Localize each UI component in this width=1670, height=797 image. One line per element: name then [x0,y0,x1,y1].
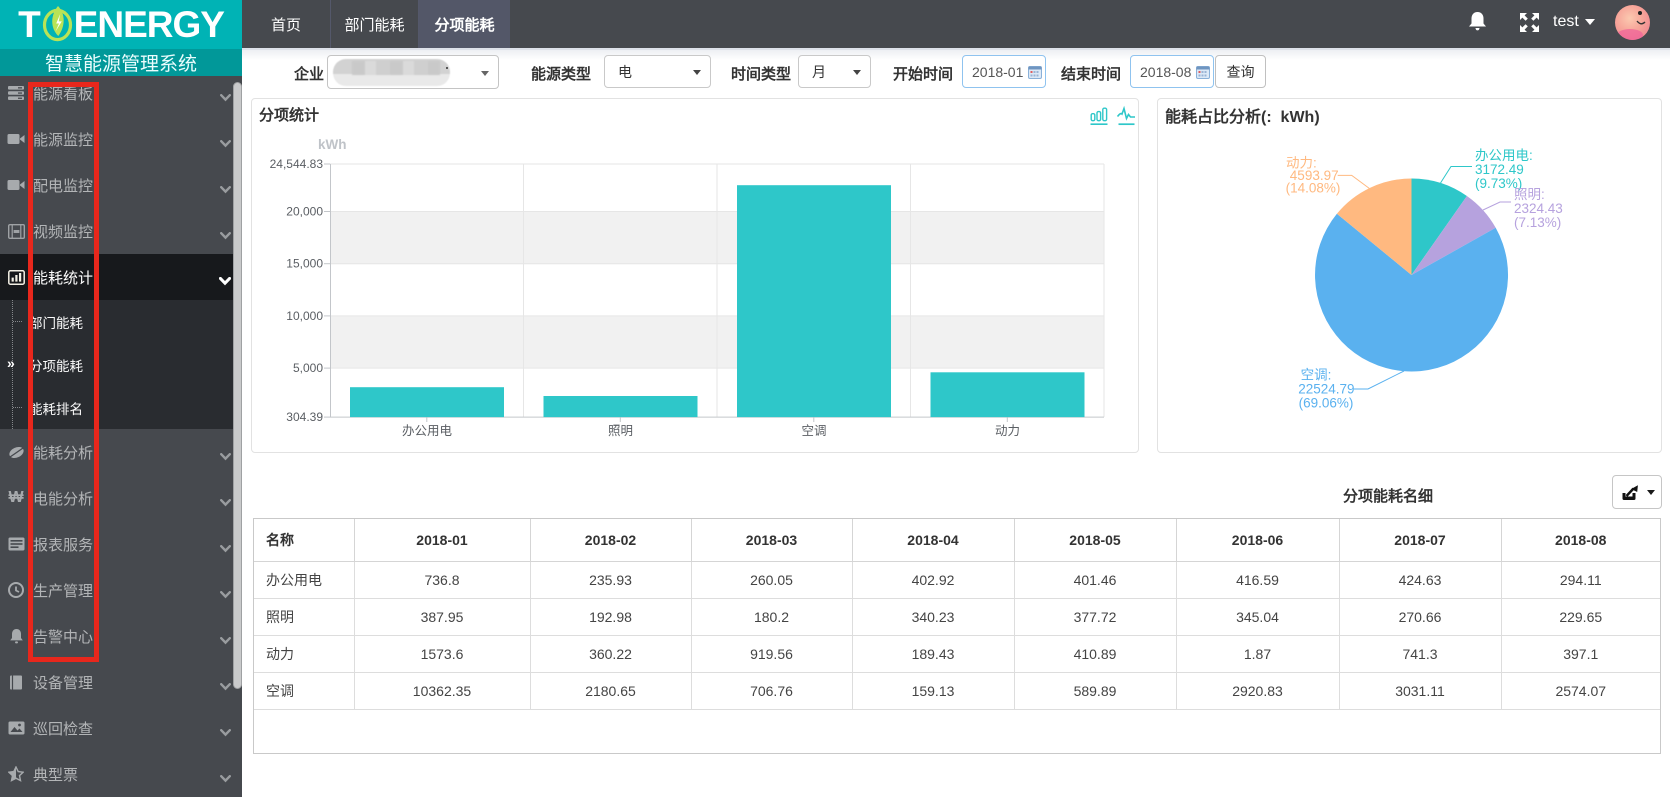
svg-text:空调: 空调 [801,424,826,438]
svg-text:照明: 照明 [608,424,633,438]
svg-text:空调:: 空调: [1301,368,1332,383]
svg-text:(69.06%): (69.06%) [1299,395,1354,410]
svg-text:304.39: 304.39 [286,410,323,424]
svg-text:分项统计: 分项统计 [259,106,319,124]
svg-text:照明:: 照明: [1514,187,1545,202]
svg-text:15,000: 15,000 [286,257,323,271]
svg-text:20,000: 20,000 [286,205,323,219]
svg-text:5,000: 5,000 [293,361,323,375]
svg-text:24,544.83: 24,544.83 [270,157,324,171]
svg-text:办公用电: 办公用电 [402,423,453,438]
svg-text:2324.43: 2324.43 [1514,201,1563,216]
svg-text:10,000: 10,000 [286,309,323,323]
svg-text:(14.08%): (14.08%) [1286,181,1341,196]
svg-text:动力: 动力 [995,424,1020,438]
svg-text:能耗占比分析(: kWh): 能耗占比分析(: kWh) [1165,107,1320,126]
svg-text:kWh: kWh [318,137,347,152]
svg-text:3172.49: 3172.49 [1475,162,1524,177]
svg-text:(7.13%): (7.13%) [1514,215,1561,230]
svg-text:办公用电:: 办公用电: [1475,148,1533,163]
